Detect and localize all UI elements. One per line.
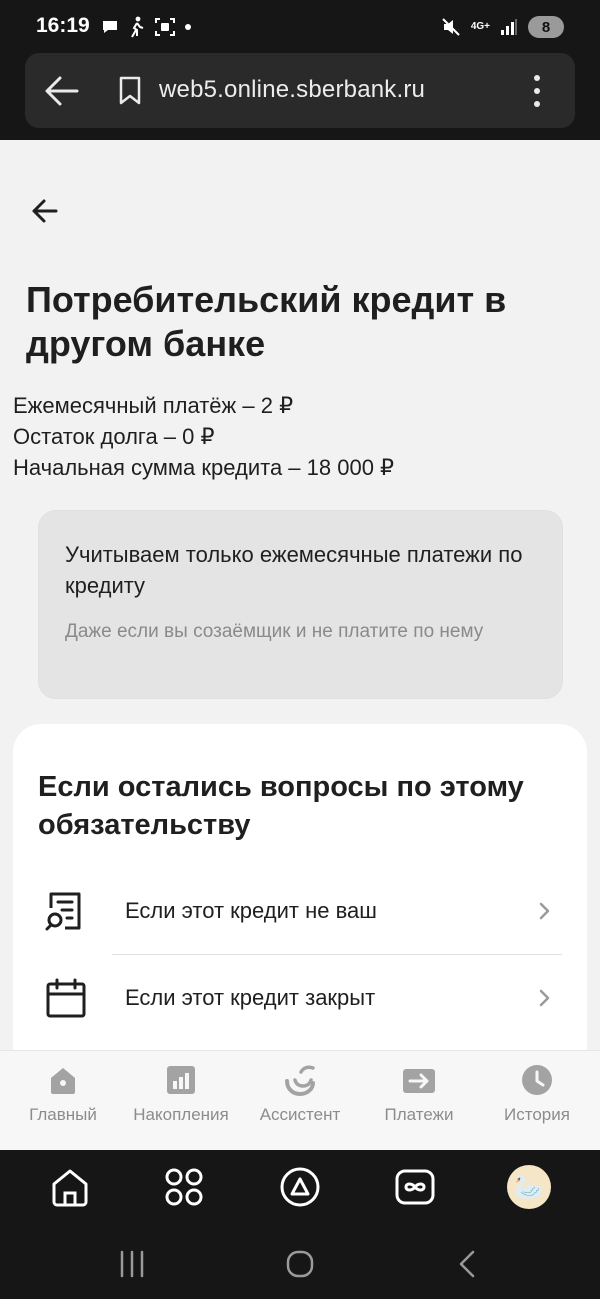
question-label: Если этот кредит не ваш xyxy=(125,898,377,923)
question-item-not-yours[interactable]: Если этот кредит не ваш xyxy=(13,868,587,954)
questions-title: Если остались вопросы по этому обязатель… xyxy=(38,771,524,841)
browser-url-bar: web5.online.sberbank.ru xyxy=(25,53,575,128)
info-card-subtitle: Даже если вы созаёмщик и не платите по н… xyxy=(65,621,484,642)
battery-indicator: 8 xyxy=(528,16,564,38)
tab-savings[interactable]: Накопления xyxy=(121,1063,241,1143)
status-left-icons xyxy=(100,14,192,40)
assistant-icon xyxy=(285,1065,315,1097)
tab-assistant[interactable]: Ассистент xyxy=(240,1063,360,1143)
question-item-closed[interactable]: Если этот кредит закрыт xyxy=(13,955,587,1041)
bookmark-icon[interactable] xyxy=(117,75,143,105)
debt-balance-text: Остаток долга – 0 ₽ xyxy=(13,424,215,449)
page-content: Потребительский кредит в другом банке Еж… xyxy=(0,140,600,1150)
questions-card: Если остались вопросы по этому обязатель… xyxy=(13,724,587,1084)
signal-icon xyxy=(501,19,517,35)
document-search-icon xyxy=(45,892,81,931)
tab-home[interactable]: Главный xyxy=(3,1063,123,1143)
browser-menu-icon[interactable] xyxy=(527,73,547,109)
tab-history[interactable]: История xyxy=(477,1063,597,1143)
bottom-tab-bar: Главный Накопления Ассистент Платежи Ист… xyxy=(0,1050,600,1150)
tab-payments[interactable]: Платежи xyxy=(359,1063,479,1143)
alice-assistant-icon[interactable] xyxy=(279,1166,321,1208)
page-title: Потребительский кредит в другом банке xyxy=(26,279,507,364)
chart-icon xyxy=(167,1066,195,1094)
payment-arrow-icon xyxy=(403,1069,435,1093)
home-icon xyxy=(51,1068,75,1094)
info-card-title: Учитываем только ежемесячные платежи по … xyxy=(65,542,523,598)
status-right-icons: 4G+ 8 xyxy=(441,14,564,40)
mute-icon xyxy=(442,18,460,36)
home-button-icon[interactable] xyxy=(285,1249,315,1279)
infinity-app-icon[interactable] xyxy=(394,1166,436,1208)
network-label: 4G+ xyxy=(470,21,490,32)
status-time: 16:19 xyxy=(36,14,90,37)
tab-label: Платежи xyxy=(384,1105,454,1124)
question-label: Если этот кредит закрыт xyxy=(125,985,376,1010)
tab-label: Накопления xyxy=(133,1105,229,1124)
initial-amount-text: Начальная сумма кредита – 18 000 ₽ xyxy=(13,455,395,480)
calendar-icon xyxy=(46,978,86,1018)
browser-home-icon[interactable] xyxy=(49,1166,91,1208)
dot-icon xyxy=(185,24,191,30)
browser-bottom-bar: 🦢 xyxy=(0,1150,600,1225)
tab-label: Ассистент xyxy=(259,1105,341,1124)
tab-label: История xyxy=(504,1105,570,1124)
url-text[interactable]: web5.online.sberbank.ru xyxy=(159,76,425,104)
tabs-grid-icon[interactable] xyxy=(163,1166,205,1208)
recent-apps-icon[interactable] xyxy=(117,1249,147,1279)
system-back-icon[interactable] xyxy=(453,1249,483,1279)
screenshot-icon xyxy=(155,18,175,36)
system-nav-bar xyxy=(0,1225,600,1299)
info-card: Учитываем только ежемесячные платежи по … xyxy=(38,510,563,699)
browser-back-icon[interactable] xyxy=(43,73,81,109)
monthly-payment-text: Ежемесячный платёж – 2 ₽ xyxy=(13,393,294,418)
back-arrow-icon[interactable] xyxy=(30,196,60,226)
status-bar: 16:19 4G+ 8 xyxy=(0,0,600,50)
chevron-right-icon xyxy=(539,989,550,1007)
chevron-right-icon xyxy=(539,902,550,920)
chat-bubble-icon xyxy=(103,21,117,33)
walking-person-icon xyxy=(131,16,144,38)
clock-icon xyxy=(522,1065,552,1095)
profile-avatar[interactable]: 🦢 xyxy=(507,1165,551,1209)
tab-label: Главный xyxy=(29,1105,97,1124)
loan-details: Ежемесячный платёж – 2 ₽ Остаток долга –… xyxy=(13,390,394,483)
question-divider xyxy=(112,954,562,955)
